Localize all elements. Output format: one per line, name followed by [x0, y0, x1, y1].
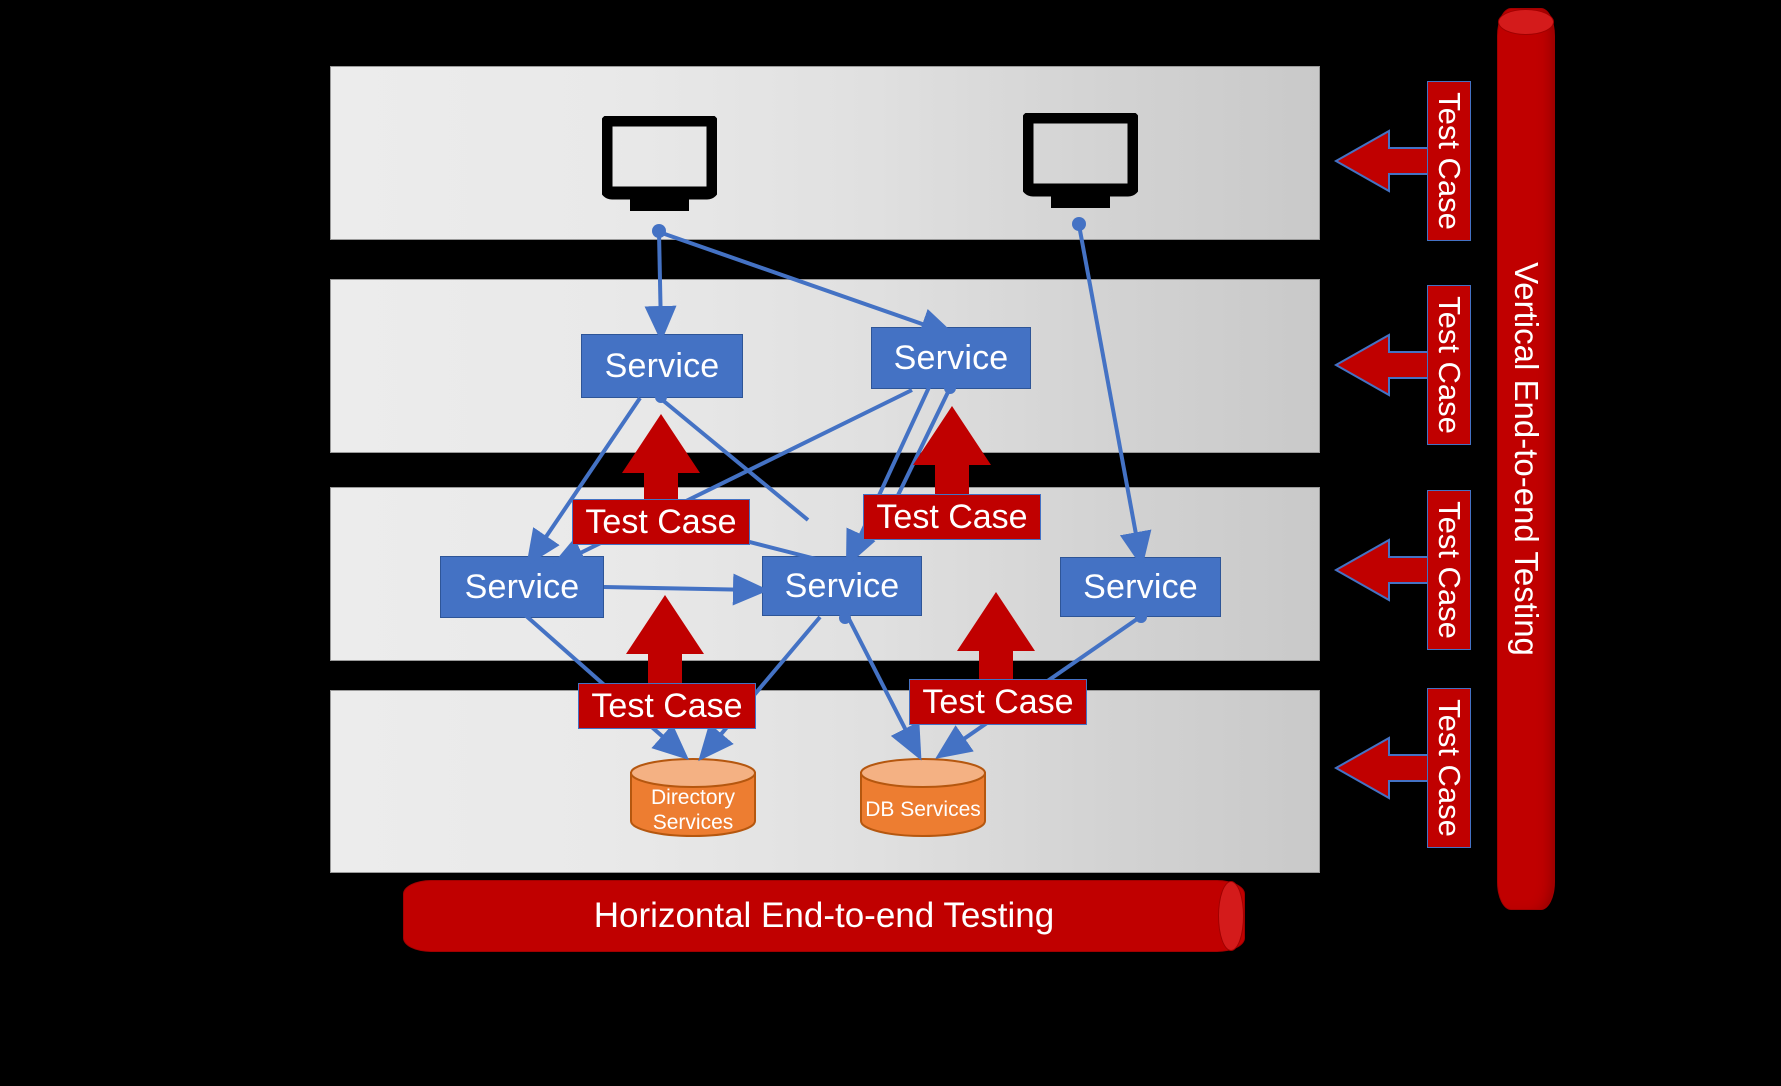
vertical-test-case-text: Test Case: [1432, 92, 1467, 230]
diagram-canvas: Service Service Service Service Service …: [0, 0, 1781, 1086]
test-case-label[interactable]: Test Case: [572, 499, 750, 545]
horizontal-bar-label: Horizontal End-to-end Testing: [593, 896, 1055, 935]
test-case-label[interactable]: Test Case: [578, 683, 756, 729]
horizontal-bar-cap: [1218, 881, 1244, 951]
band-presentation-layer: [330, 66, 1320, 240]
service-box[interactable]: Service: [762, 556, 922, 616]
vertical-test-case-text: Test Case: [1432, 296, 1467, 434]
test-case-text: Test Case: [591, 686, 743, 725]
service-label: Service: [464, 567, 580, 606]
service-box[interactable]: Service: [1060, 557, 1221, 617]
service-box[interactable]: Service: [871, 327, 1031, 389]
service-label: Service: [1083, 567, 1198, 606]
vertical-end-to-end-bar[interactable]: Vertical End-to-end Testing: [1497, 8, 1555, 910]
vertical-bar-cap: [1498, 9, 1554, 35]
vertical-test-case-label[interactable]: Test Case: [1427, 688, 1471, 848]
vertical-test-case-label[interactable]: Test Case: [1427, 490, 1471, 650]
datastore-cylinder[interactable]: DB Services: [859, 757, 987, 837]
test-case-label[interactable]: Test Case: [909, 679, 1087, 725]
datastore-label-line1: Directory: [650, 786, 735, 809]
service-label: Service: [604, 346, 720, 385]
band-service-layer-upper: [330, 279, 1320, 453]
vertical-test-case-label[interactable]: Test Case: [1427, 81, 1471, 241]
service-label: Service: [784, 566, 900, 605]
datastore-label-line1: DB Services: [865, 798, 981, 821]
datastore-cylinder[interactable]: Directory Services: [629, 757, 757, 837]
vertical-test-case-text: Test Case: [1432, 501, 1467, 639]
vertical-test-case-text: Test Case: [1432, 699, 1467, 837]
test-case-label[interactable]: Test Case: [863, 494, 1041, 540]
test-case-text: Test Case: [876, 497, 1028, 536]
datastore-label-line2: Services: [652, 811, 734, 834]
horizontal-end-to-end-bar[interactable]: Horizontal End-to-end Testing: [403, 880, 1245, 952]
test-case-text: Test Case: [922, 682, 1074, 721]
vertical-bar-label: Vertical End-to-end Testing: [1508, 262, 1546, 656]
service-box[interactable]: Service: [440, 556, 604, 618]
monitor-icon: [599, 113, 720, 212]
test-case-text: Test Case: [585, 502, 737, 541]
vertical-test-case-label[interactable]: Test Case: [1427, 285, 1471, 445]
service-box[interactable]: Service: [581, 334, 743, 398]
band-data-layer: [330, 690, 1320, 873]
monitor-icon: [1020, 110, 1141, 209]
service-label: Service: [893, 338, 1009, 377]
